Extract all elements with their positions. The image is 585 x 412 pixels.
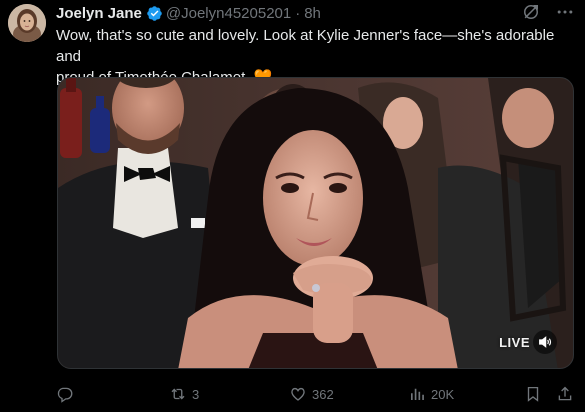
like-button[interactable]: 362: [289, 382, 334, 406]
more-icon[interactable]: [555, 2, 575, 22]
tweet-header: Joelyn Jane @Joelyn45205201 · 8h: [56, 2, 575, 24]
bookmark-button[interactable]: [524, 382, 542, 406]
author-name[interactable]: Joelyn Jane: [56, 5, 142, 22]
repost-icon: [171, 388, 185, 400]
share-button[interactable]: [556, 382, 574, 406]
verified-badge-icon: [146, 5, 163, 22]
header-actions: [521, 2, 575, 22]
repost-count: 3: [192, 386, 200, 402]
views-count: 20K: [431, 386, 455, 402]
tweet[interactable]: Joelyn Jane @Joelyn45205201 · 8h Wow, th…: [0, 0, 585, 412]
share-icon: [558, 386, 572, 401]
repost-button[interactable]: 3: [169, 382, 199, 406]
avatar-image: [8, 4, 46, 42]
speaker-icon: [539, 336, 552, 348]
like-icon: [291, 387, 305, 401]
video-frame: [58, 78, 573, 368]
grok-icon[interactable]: [521, 2, 541, 22]
live-badge: LIVE: [499, 330, 557, 354]
action-bar: 3 362 20K: [56, 382, 576, 406]
reply-button[interactable]: [56, 382, 79, 406]
views-button[interactable]: 20K: [408, 382, 454, 406]
reply-icon: [57, 387, 73, 403]
views-icon: [411, 388, 424, 400]
post-time[interactable]: 8h: [304, 5, 321, 22]
volume-button[interactable]: [533, 330, 557, 354]
avatar[interactable]: [8, 4, 46, 42]
bookmark-icon: [527, 386, 539, 402]
like-count: 362: [312, 386, 334, 402]
separator-dot: ·: [295, 4, 301, 22]
live-label: LIVE: [499, 334, 530, 350]
video-player[interactable]: LIVE: [57, 77, 574, 369]
author-handle[interactable]: @Joelyn45205201: [166, 5, 291, 22]
tweet-text-line-1: Wow, that's so cute and lovely. Look at …: [56, 27, 555, 65]
